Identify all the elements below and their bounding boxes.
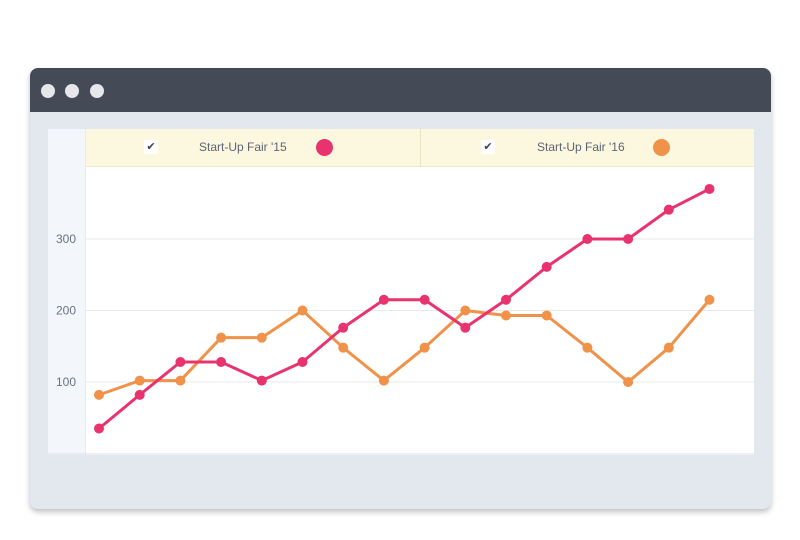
data-point bbox=[134, 389, 145, 400]
data-point bbox=[663, 204, 674, 215]
data-point bbox=[460, 322, 471, 333]
data-point bbox=[175, 356, 186, 367]
data-point bbox=[541, 310, 552, 321]
y-tick-label: 300 bbox=[56, 232, 76, 246]
data-point bbox=[501, 294, 511, 305]
data-point bbox=[338, 342, 349, 353]
y-tick-label: 200 bbox=[56, 304, 76, 318]
data-point bbox=[419, 342, 430, 353]
data-point bbox=[256, 332, 267, 343]
data-point bbox=[460, 305, 471, 316]
data-point bbox=[419, 294, 430, 305]
series-line-2 bbox=[97, 298, 711, 397]
y-tick-label: 100 bbox=[56, 375, 76, 389]
data-point bbox=[297, 305, 308, 316]
data-point bbox=[134, 375, 145, 386]
data-point bbox=[704, 183, 715, 194]
data-point bbox=[378, 375, 389, 386]
data-point bbox=[541, 261, 552, 272]
data-point bbox=[378, 294, 389, 305]
data-point bbox=[256, 375, 267, 386]
window-control-dot[interactable] bbox=[41, 84, 55, 98]
window-titlebar bbox=[30, 68, 771, 112]
data-point bbox=[582, 342, 593, 353]
data-point bbox=[216, 356, 227, 367]
data-point bbox=[175, 375, 186, 386]
data-point bbox=[501, 310, 511, 321]
data-point bbox=[582, 234, 593, 244]
data-point bbox=[623, 234, 634, 244]
series-line-1 bbox=[97, 187, 711, 430]
data-point bbox=[663, 342, 674, 353]
data-point bbox=[94, 389, 104, 400]
data-point bbox=[216, 332, 227, 343]
data-point bbox=[704, 294, 715, 305]
data-point bbox=[297, 356, 308, 367]
browser-window: ✔ Start-Up Fair '15 ✔ Start-Up Fair '16 … bbox=[30, 68, 771, 509]
line-chart: 100 200 300 bbox=[48, 183, 754, 455]
data-point bbox=[623, 377, 634, 387]
data-point bbox=[94, 423, 104, 434]
window-control-dot[interactable] bbox=[90, 84, 104, 98]
data-point bbox=[338, 322, 349, 333]
chart-panel: ✔ Start-Up Fair '15 ✔ Start-Up Fair '16 … bbox=[48, 129, 754, 455]
window-control-dot[interactable] bbox=[65, 84, 79, 98]
